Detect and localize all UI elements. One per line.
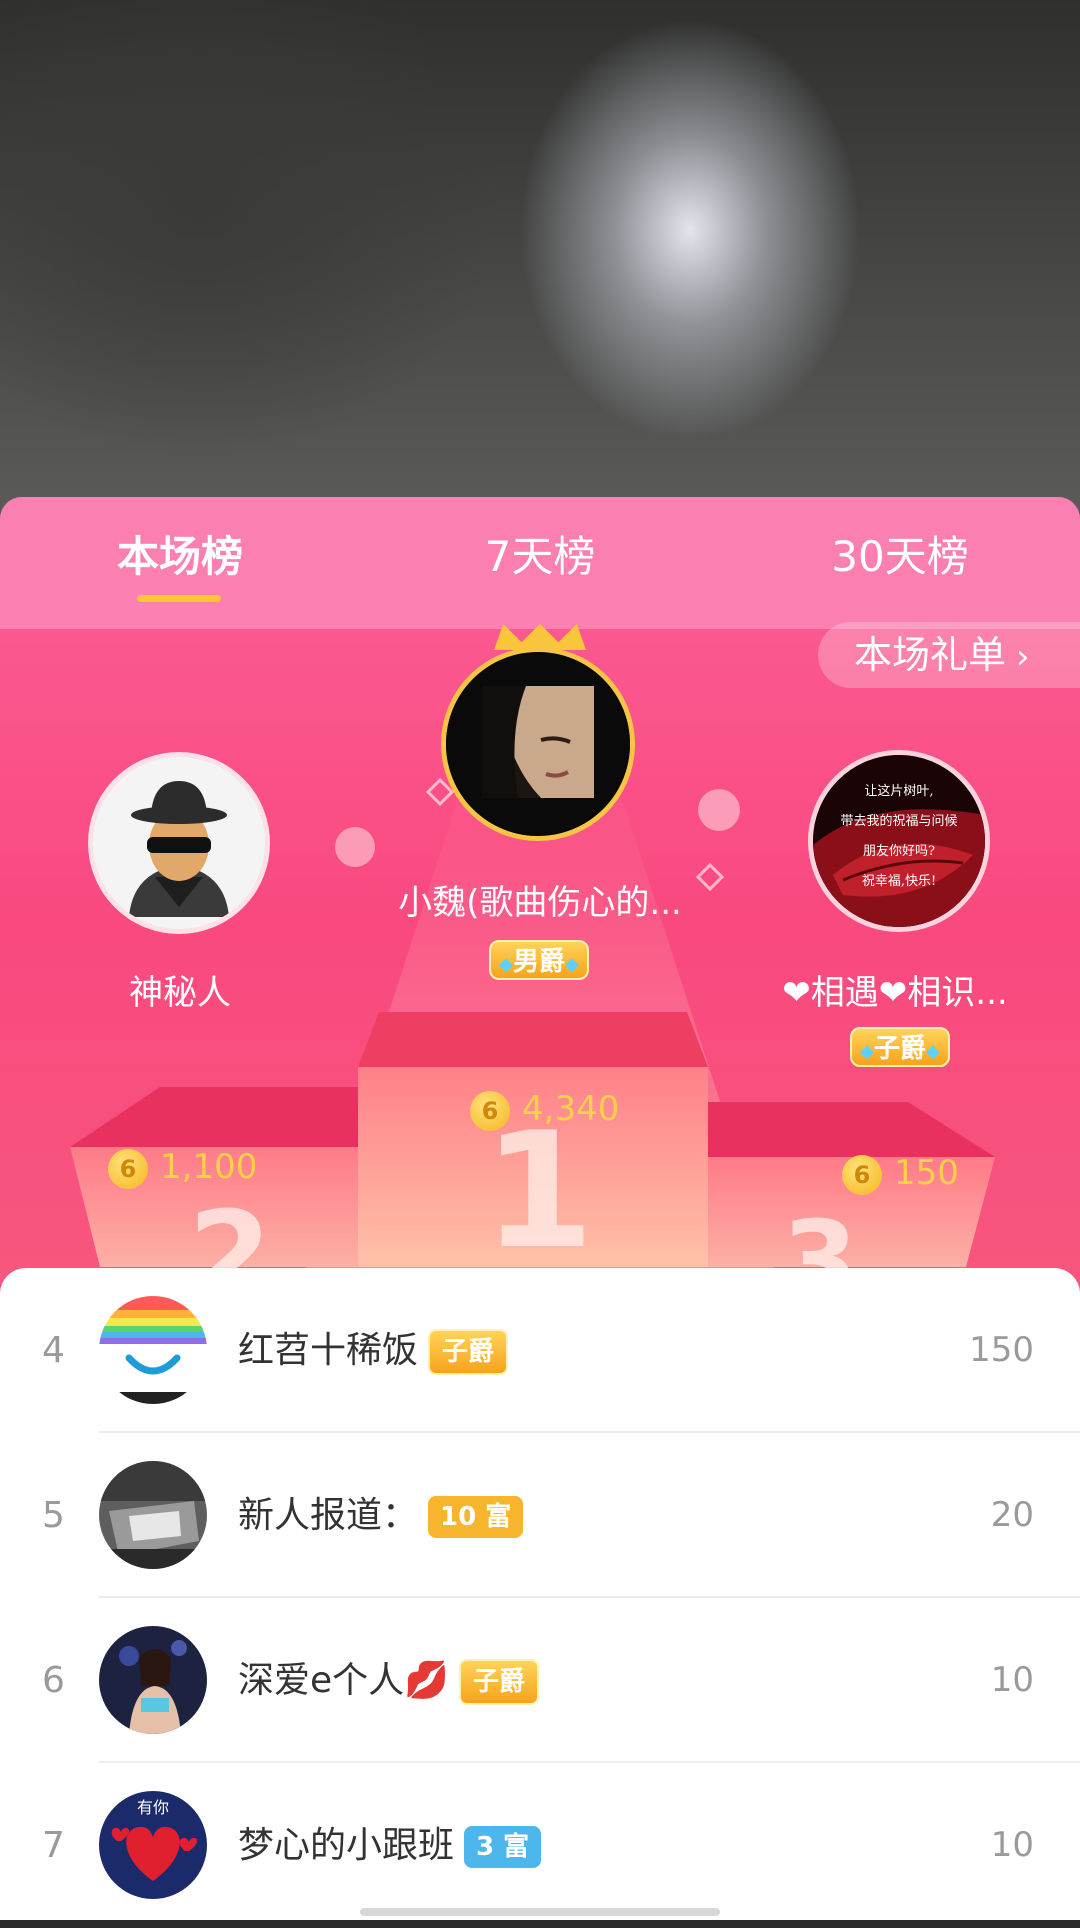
rank-number: 7 <box>42 1825 65 1866</box>
rank-number: 6 <box>42 1660 65 1701</box>
top-user-name-2: 神秘人 <box>129 973 231 1013</box>
rank-number: 4 <box>42 1330 65 1371</box>
score: 10 <box>990 1660 1034 1700</box>
wealth-badge: 10 富 <box>428 1496 524 1538</box>
rank-badge: 子爵 <box>458 1659 539 1705</box>
user-name-text: 梦心的小跟班 <box>238 1825 455 1866</box>
rank-number: 5 <box>42 1495 65 1536</box>
caption-line: 让这片树叶, <box>864 784 934 799</box>
list-item[interactable]: 5 新人报道： 10 富 20 <box>0 1433 1080 1598</box>
user-name-text: 新人报道： <box>238 1495 419 1536</box>
ranking-list: 4 红苕十稀饭 子爵 150 5 新人报道： 10 富 20 6 深爱e个人💋 … <box>0 1268 1080 1920</box>
rank-badge-1: ◆男爵◆ <box>489 940 589 980</box>
coin-icon: 6 <box>108 1148 148 1189</box>
gem-icon: ◆ <box>926 1041 940 1062</box>
tab-7-days[interactable]: 7天榜 <box>460 527 620 587</box>
user-name-text: 深爱e个人💋 <box>238 1660 449 1701</box>
sparkle-decoration <box>698 789 740 831</box>
coin-amount-3: 150 <box>894 1153 959 1193</box>
avatar-rank-2[interactable] <box>88 752 270 934</box>
avatar-caption-text: 有你 <box>137 1798 169 1817</box>
avatar[interactable]: 有你 <box>99 1791 207 1899</box>
rank-badge-3: ◆子爵◆ <box>850 1027 950 1067</box>
avatar[interactable] <box>99 1461 207 1569</box>
list-item[interactable]: 4 红苕十稀饭 子爵 150 <box>0 1268 1080 1433</box>
sparkle-decoration <box>335 827 375 867</box>
mystery-person-icon <box>93 757 265 929</box>
user-name: 深爱e个人💋 子爵 <box>238 1598 539 1763</box>
rank-badge: 子爵 <box>428 1329 509 1375</box>
list-item[interactable]: 7 有你 梦心的小跟班 3 富 10 <box>0 1763 1080 1928</box>
user-photo-icon <box>99 1626 207 1734</box>
user-name-text: 红苕十稀饭 <box>238 1330 419 1371</box>
gift-list-label: 本场礼单 <box>854 633 1007 677</box>
user-name: 梦心的小跟班 3 富 <box>238 1763 542 1928</box>
gem-icon: ◆ <box>499 954 513 975</box>
wealth-badge: 3 富 <box>464 1826 542 1868</box>
coin-amount-1: 4,340 <box>522 1089 620 1129</box>
caption-line: 带去我的祝福与问候 <box>840 814 958 829</box>
avatar-rank-3[interactable]: 让这片树叶, 带去我的祝福与问候 朋友你好吗? 祝幸福,快乐! <box>808 750 990 932</box>
user-name: 新人报道： 10 富 <box>238 1433 524 1598</box>
badge-label: 男爵 <box>512 947 565 977</box>
score: 150 <box>969 1330 1034 1370</box>
active-tab-indicator <box>137 595 221 602</box>
coin-amount-2: 1,100 <box>160 1147 258 1187</box>
coins-rank-3: 6 150 <box>842 1153 959 1195</box>
ranking-tabs: 本场榜 7天榜 30天榜 <box>0 497 1080 629</box>
top-user-name-1: 小魏(歌曲伤心的... <box>398 883 682 923</box>
coin-icon: 6 <box>842 1154 882 1195</box>
gift-list-button[interactable]: 本场礼单 › <box>818 622 1080 688</box>
chevron-right-icon: › <box>1016 637 1030 677</box>
gem-icon: ◆ <box>565 954 579 975</box>
heart-avatar-icon: 有你 <box>99 1791 207 1899</box>
score: 10 <box>990 1825 1034 1865</box>
diamond-decoration <box>695 862 725 892</box>
list-item[interactable]: 6 深爱e个人💋 子爵 10 <box>0 1598 1080 1763</box>
user-name: 红苕十稀饭 子爵 <box>238 1268 509 1433</box>
badge-label: 子爵 <box>873 1034 926 1064</box>
tab-current-session[interactable]: 本场榜 <box>100 527 260 587</box>
avatar[interactable] <box>99 1296 207 1404</box>
avatar[interactable] <box>99 1626 207 1734</box>
top-user-name-3: ❤相遇❤相识... <box>782 973 1008 1013</box>
tab-30-days[interactable]: 30天榜 <box>820 527 980 587</box>
live-video-background <box>0 0 1080 520</box>
coins-rank-1: 6 4,340 <box>470 1089 619 1131</box>
caption-line: 祝幸福,快乐! <box>861 874 937 889</box>
coin-icon: 6 <box>470 1090 510 1131</box>
user-photo-icon <box>446 652 630 836</box>
coins-rank-2: 6 1,100 <box>108 1147 257 1189</box>
avatar-rank-1[interactable] <box>441 647 635 841</box>
room-photo-icon <box>99 1461 207 1569</box>
rainbow-smile-avatar-icon <box>99 1296 207 1404</box>
gem-icon: ◆ <box>860 1041 874 1062</box>
home-indicator[interactable] <box>360 1908 720 1916</box>
avatar-caption-text: 让这片树叶, 带去我的祝福与问候 朋友你好吗? 祝幸福,快乐! <box>813 777 985 897</box>
score: 20 <box>990 1495 1034 1535</box>
caption-line: 朋友你好吗? <box>863 844 935 859</box>
